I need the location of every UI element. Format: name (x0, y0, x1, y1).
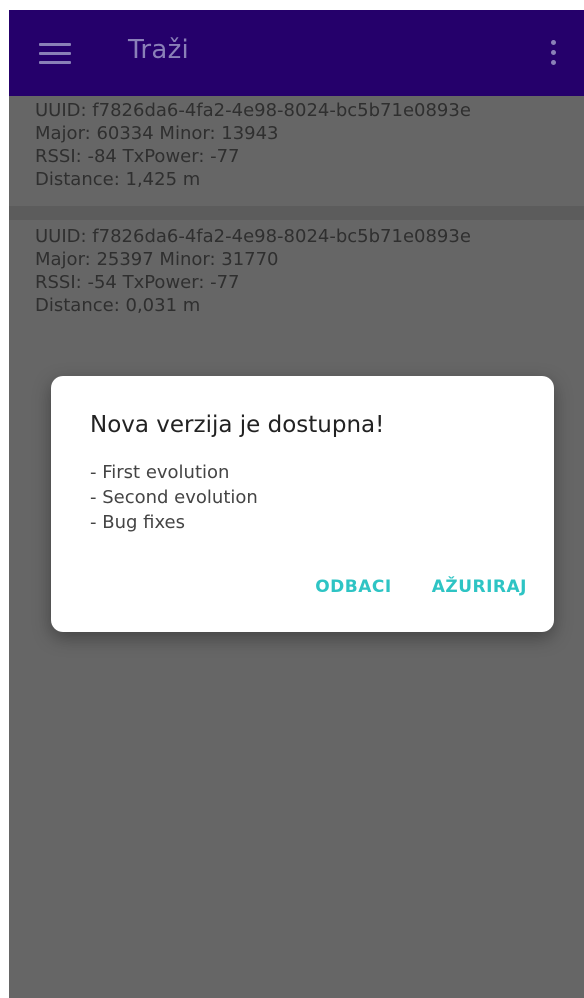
list-divider (9, 206, 584, 220)
dialog-actions: ODBACI AŽURIRAJ (315, 577, 527, 597)
beacon-distance: Distance: 0,031 m (35, 295, 201, 316)
dialog-release-notes: - First evolution - Second evolution - B… (90, 460, 258, 535)
beacon-uuid: UUID: f7826da6-4fa2-4e98-8024-bc5b71e089… (35, 226, 471, 247)
screen-frame: Traži UUID: f7826da6-4fa2-4e98-8024-bc5b… (0, 0, 584, 998)
beacon-major-minor: Major: 25397 Minor: 31770 (35, 249, 279, 270)
release-note-item: - Second evolution (90, 487, 258, 508)
beacon-distance: Distance: 1,425 m (35, 169, 201, 190)
app-bar-title: Traži (128, 35, 190, 65)
beacon-list-item[interactable]: UUID: f7826da6-4fa2-4e98-8024-bc5b71e089… (9, 222, 584, 334)
beacon-rssi: RSSI: -84 TxPower: -77 (35, 146, 240, 167)
app-screen: Traži UUID: f7826da6-4fa2-4e98-8024-bc5b… (9, 10, 584, 998)
beacon-list: UUID: f7826da6-4fa2-4e98-8024-bc5b71e089… (9, 96, 584, 334)
dismiss-button[interactable]: ODBACI (315, 577, 391, 597)
release-note-item: - First evolution (90, 462, 230, 483)
beacon-list-item[interactable]: UUID: f7826da6-4fa2-4e98-8024-bc5b71e089… (9, 96, 584, 208)
update-button[interactable]: AŽURIRAJ (432, 577, 527, 597)
beacon-rssi: RSSI: -54 TxPower: -77 (35, 272, 240, 293)
beacon-uuid: UUID: f7826da6-4fa2-4e98-8024-bc5b71e089… (35, 100, 471, 121)
more-vertical-icon[interactable] (549, 40, 557, 68)
update-dialog: Nova verzija je dostupna! - First evolut… (51, 376, 554, 632)
app-bar: Traži (9, 10, 584, 96)
release-note-item: - Bug fixes (90, 512, 186, 533)
dialog-title: Nova verzija je dostupna! (90, 412, 385, 438)
beacon-major-minor: Major: 60334 Minor: 13943 (35, 123, 279, 144)
hamburger-menu-icon[interactable] (39, 43, 71, 65)
